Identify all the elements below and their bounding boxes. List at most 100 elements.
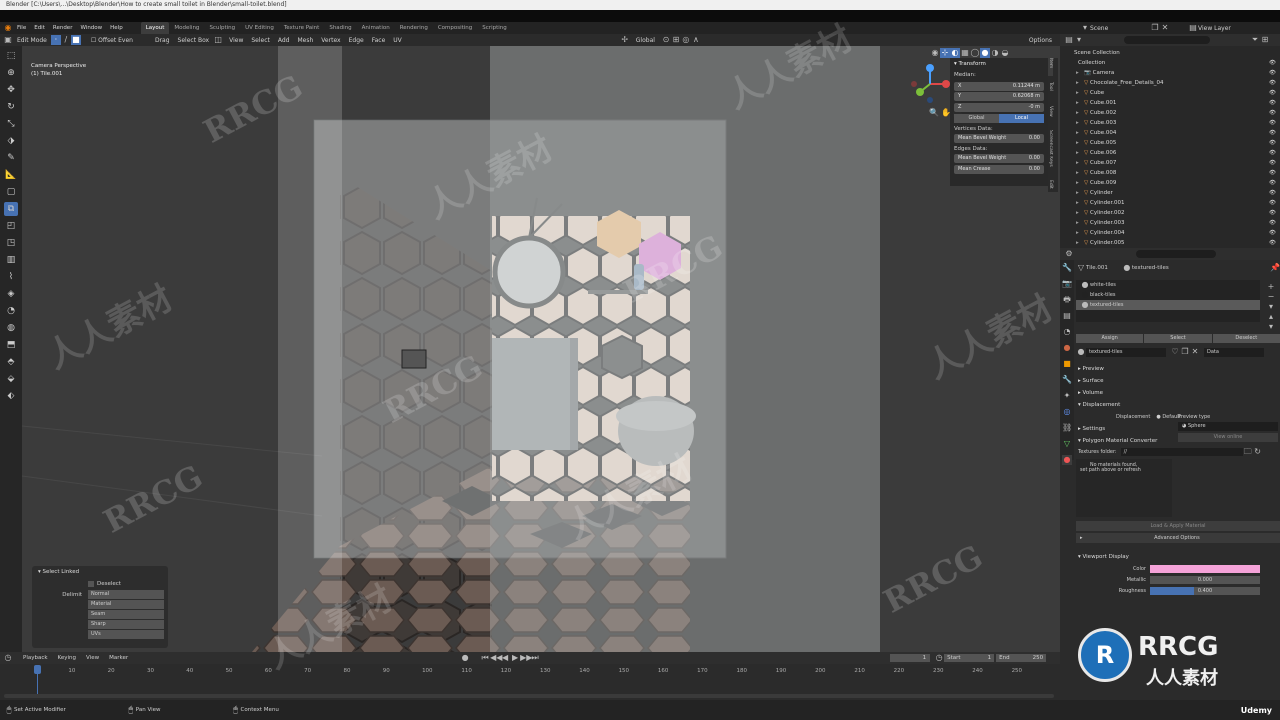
expand-icon[interactable]: ▸ [1076, 88, 1079, 98]
properties-editor-icon[interactable]: ⚙ [1064, 249, 1074, 259]
outliner-item[interactable]: ▸ ▽ Cube.005 👁 [1060, 138, 1280, 148]
preview-type-dropdown[interactable]: ◕ Sphere [1178, 422, 1278, 431]
load-apply-button[interactable]: Load & Apply Material [1076, 521, 1280, 531]
outliner-item[interactable]: ▸ ▽ Cylinder.003 👁 [1060, 218, 1280, 228]
duplicate-material-icon[interactable]: ❐ [1180, 347, 1190, 357]
smooth-tool-icon[interactable]: ◍ [4, 321, 18, 335]
extrude-tool-icon[interactable]: ⧉ [4, 202, 18, 216]
volume-section[interactable]: ▸ Volume [1076, 387, 1280, 399]
3d-viewport[interactable]: Camera Perspective (1) Tile.001 ◉ ⊹ ◐ ▦ … [22, 46, 1060, 652]
render-tab-icon[interactable]: 📷 [1062, 279, 1072, 289]
vertex-select-icon[interactable]: · [50, 35, 61, 45]
eye-icon[interactable]: 👁 [1269, 118, 1276, 128]
folder-icon[interactable]: 🗀 [1243, 447, 1253, 457]
outliner-item[interactable]: ▸ ▽ Cube.006 👁 [1060, 148, 1280, 158]
expand-icon[interactable]: ▸ [1076, 228, 1079, 238]
outliner-item[interactable]: ▸ ▽ Cube.003 👁 [1060, 118, 1280, 128]
outliner-item[interactable]: ▸ ▽ Cylinder.004 👁 [1060, 228, 1280, 238]
tool-tab-icon[interactable]: 🔧 [1062, 263, 1072, 273]
header-menu-add[interactable]: Add [278, 37, 290, 44]
add-cube-tool-icon[interactable]: ▢ [4, 185, 18, 199]
material-browse-icon[interactable]: ● [1076, 347, 1086, 357]
eye-icon[interactable]: 👁 [1269, 218, 1276, 228]
data-tab-icon[interactable]: ▽ [1062, 439, 1072, 449]
delimit-material[interactable]: Material [88, 600, 164, 609]
collection-row[interactable]: Collection 👁 [1060, 58, 1280, 68]
mode-selector[interactable]: Edit Mode [17, 37, 47, 44]
header-menu-view[interactable]: View [229, 37, 243, 44]
menu-file[interactable]: File [13, 22, 30, 34]
expand-icon[interactable]: ▸ [1076, 78, 1079, 88]
roughness-slider[interactable]: 0.400 [1150, 586, 1260, 595]
select-button[interactable]: Select [1144, 334, 1212, 343]
eye-icon[interactable]: 👁 [1269, 168, 1276, 178]
eye-icon[interactable]: 👁 [1269, 198, 1276, 208]
eye-icon[interactable]: 👁 [1269, 58, 1276, 68]
outliner-item[interactable]: ▸ ▽ Cube.009 👁 [1060, 178, 1280, 188]
select-linked-title[interactable]: ▾ Select Linked [32, 566, 168, 578]
outliner-item[interactable]: ▸ ▽ Cylinder.002 👁 [1060, 208, 1280, 218]
delimit-uvs[interactable]: UVs [88, 630, 164, 639]
expand-icon[interactable]: ▸ [1076, 138, 1079, 148]
blender-logo-icon[interactable]: ◉ [3, 23, 13, 33]
editor-type-icon[interactable]: ▤ [1064, 35, 1074, 45]
scene-tab-icon[interactable]: ◔ [1062, 327, 1072, 337]
render-shading-icon[interactable]: ◒ [1000, 48, 1010, 58]
material-name-field[interactable]: textured-tiles [1086, 347, 1166, 357]
select-box-dropdown[interactable]: Select Box [178, 37, 210, 44]
properties-search-input[interactable] [1136, 250, 1216, 258]
outliner-item[interactable]: ▸ ▽ Cube.001 👁 [1060, 98, 1280, 108]
material-shading-icon[interactable]: ◑ [990, 48, 1000, 58]
outliner-item[interactable]: ▸ ▽ Cylinder.001 👁 [1060, 198, 1280, 208]
delimit-sharp[interactable]: Sharp [88, 620, 164, 629]
select-tool-icon[interactable]: ⬚ [4, 49, 18, 63]
expand-icon[interactable]: ▸ [1076, 178, 1079, 188]
expand-icon[interactable]: ▸ [1076, 168, 1079, 178]
expand-icon[interactable]: ▸ [1076, 98, 1079, 108]
gizmo-icon[interactable]: ⊹ [940, 48, 950, 58]
pin-icon[interactable]: 📌 [1270, 263, 1280, 273]
eye-icon[interactable]: 👁 [1269, 208, 1276, 218]
textures-folder-input[interactable]: // [1120, 448, 1243, 456]
fake-user-icon[interactable]: ♡ [1170, 347, 1180, 357]
outliner-item[interactable]: ▸ 📷 Camera 👁 [1060, 68, 1280, 78]
header-menu-face[interactable]: Face [372, 37, 386, 44]
tab-modeling[interactable]: Modeling [169, 22, 204, 34]
deselect-button[interactable]: Deselect [1212, 334, 1280, 343]
xray-icon[interactable]: ▦ [960, 48, 970, 58]
scale-tool-icon[interactable]: ⤡ [4, 117, 18, 131]
edge-bevel-weight-field[interactable]: Mean Bevel Weight 0.00 [954, 154, 1044, 163]
close-icon[interactable]: ✕ [1160, 23, 1170, 33]
outliner-item[interactable]: ▸ ▽ Cube.004 👁 [1060, 128, 1280, 138]
assign-button[interactable]: Assign [1076, 334, 1144, 343]
output-tab-icon[interactable]: 🖶 [1062, 295, 1072, 305]
playhead[interactable] [34, 665, 41, 674]
physics-tab-icon[interactable]: ◎ [1062, 407, 1072, 417]
local-button[interactable]: Local [999, 113, 1044, 123]
median-z-field[interactable]: Z -0 m [954, 102, 1044, 112]
eye-icon[interactable]: 👁 [1269, 238, 1276, 248]
edge-select-icon[interactable]: / [61, 35, 71, 45]
expand-icon[interactable]: ▸ [1076, 148, 1079, 158]
global-button[interactable]: Global [954, 113, 999, 123]
unlink-material-icon[interactable]: ✕ [1190, 347, 1200, 357]
view-online-button[interactable]: View online [1178, 433, 1278, 442]
filter-icon[interactable]: ⏷ [1250, 35, 1260, 45]
header-menu-edge[interactable]: Edge [349, 37, 364, 44]
outliner-item[interactable]: ▸ ▽ Cylinder.005 👁 [1060, 238, 1280, 248]
shrink-fatten-tool-icon[interactable]: ⬘ [4, 355, 18, 369]
transform-tool-icon[interactable]: ⬗ [4, 134, 18, 148]
eye-icon[interactable]: 👁 [1269, 228, 1276, 238]
expand-icon[interactable]: ▸ [1076, 208, 1079, 218]
shear-tool-icon[interactable]: ⬙ [4, 372, 18, 386]
object-tab-icon[interactable]: ■ [1062, 359, 1072, 369]
viewport-display-section[interactable]: ▾ Viewport Display [1076, 551, 1280, 563]
outliner-item[interactable]: ▸ ▽ Cube 👁 [1060, 88, 1280, 98]
eye-icon[interactable]: 👁 [1269, 188, 1276, 198]
expand-icon[interactable]: ▸ [1076, 218, 1079, 228]
tab-shading[interactable]: Shading [324, 22, 356, 34]
advanced-options-toggle[interactable]: ▸ Advanced Options [1076, 533, 1280, 543]
expand-icon[interactable]: ▸ [1076, 188, 1079, 198]
falloff-icon[interactable]: ∧ [691, 35, 701, 45]
move-slot-up-icon[interactable]: ▴ [1266, 312, 1276, 322]
